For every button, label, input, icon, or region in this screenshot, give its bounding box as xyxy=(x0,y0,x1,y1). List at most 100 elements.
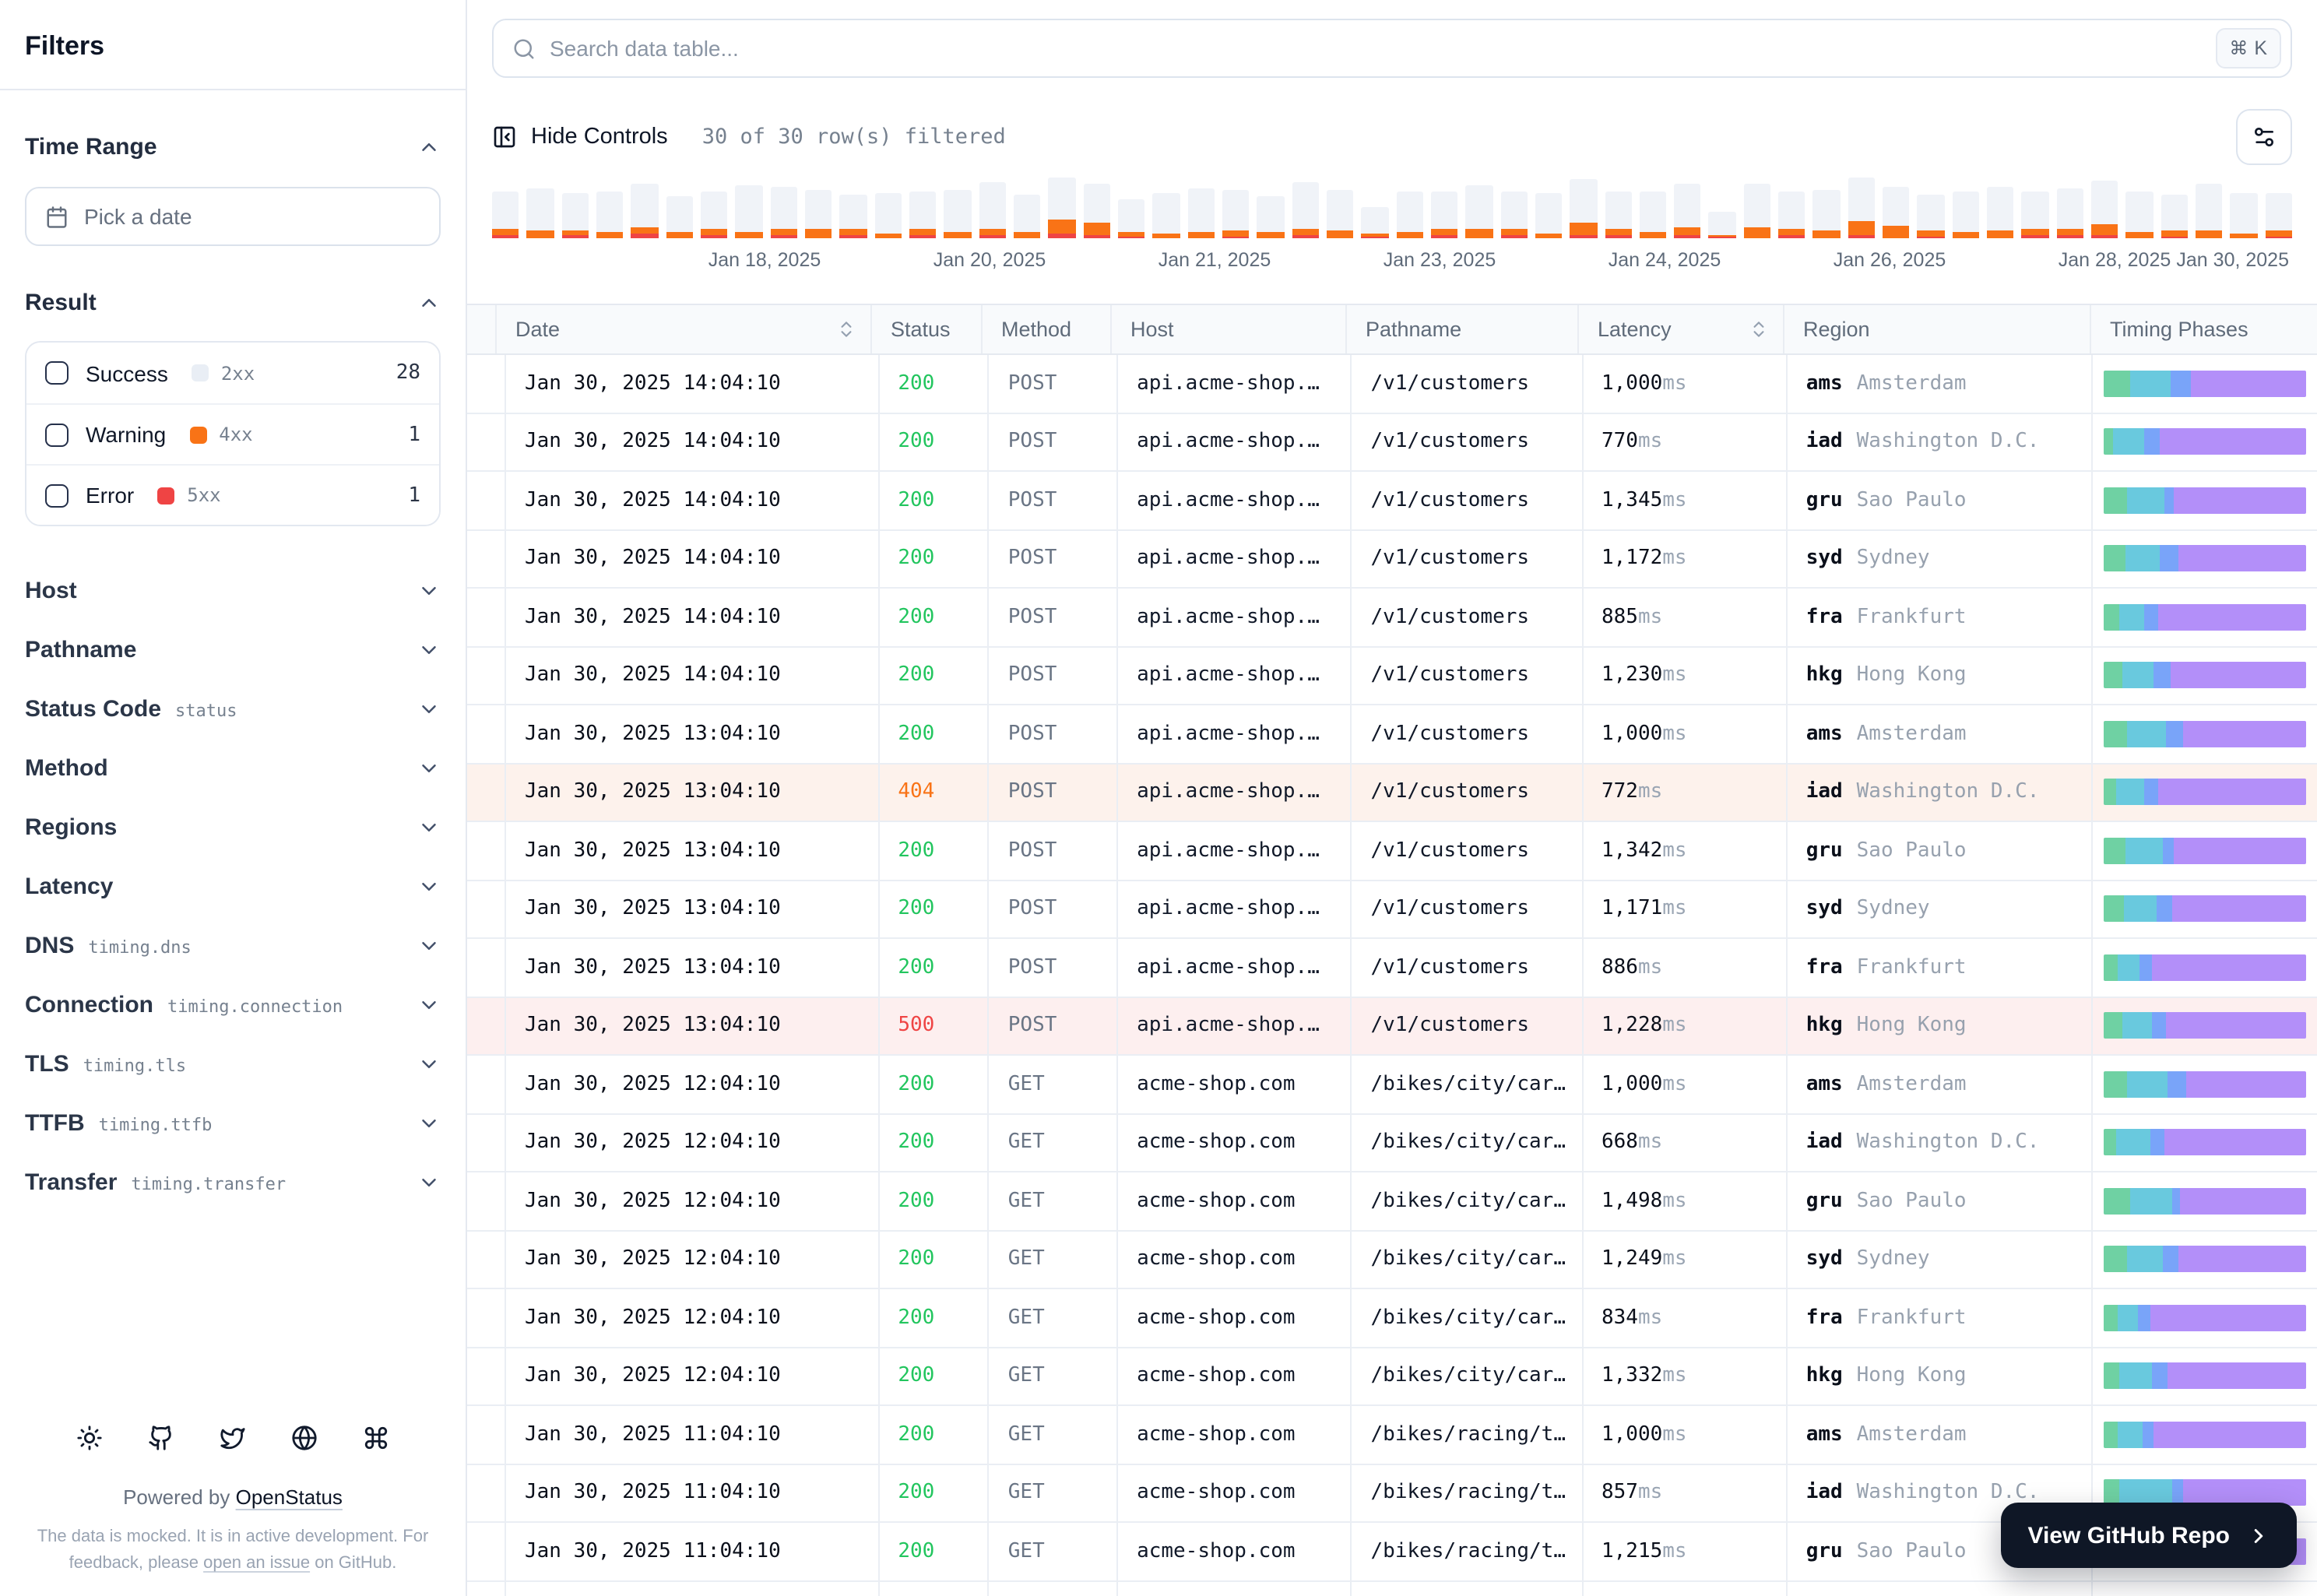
chevron-down-icon xyxy=(417,756,441,779)
histogram-bar xyxy=(1013,195,1041,238)
cell-timing-phases xyxy=(2093,1406,2317,1463)
filter-accordion-item[interactable]: Method xyxy=(0,738,466,797)
cell-timing-phases xyxy=(2093,1289,2317,1346)
checkbox[interactable] xyxy=(45,483,69,507)
cell-date: Jan 30, 2025 11:04:10 xyxy=(506,1523,880,1580)
cell-indicator xyxy=(467,705,506,762)
cell-date: Jan 30, 2025 12:04:10 xyxy=(506,1231,880,1288)
result-filter-option[interactable]: Error 5xx 1 xyxy=(26,464,439,525)
header-latency[interactable]: Latency xyxy=(1579,305,1784,353)
cell-indicator xyxy=(467,764,506,821)
table-row[interactable]: Jan 30, 2025 14:04:10 200 POST api.acme-… xyxy=(467,413,2317,472)
accordion-label: TTFB xyxy=(25,1109,85,1136)
filter-accordion-item[interactable]: TTFB timing.ttfb xyxy=(0,1093,466,1152)
globe-icon[interactable] xyxy=(291,1425,318,1451)
table-row[interactable]: Jan 30, 2025 14:04:10 200 POST api.acme-… xyxy=(467,530,2317,589)
filter-accordion-item[interactable]: Transfer timing.transfer xyxy=(0,1152,466,1211)
table-row[interactable]: Jan 30, 2025 14:04:10 200 POST api.acme-… xyxy=(467,472,2317,530)
view-options-button[interactable] xyxy=(2236,109,2292,165)
cell-host: acme-shop.com xyxy=(1118,1348,1352,1404)
section-time-range[interactable]: Time Range xyxy=(0,128,466,165)
cell-date: Jan 30, 2025 12:04:10 xyxy=(506,1289,880,1346)
accordion-field-code: timing.dns xyxy=(88,937,192,957)
filter-accordion-item[interactable]: Regions xyxy=(0,797,466,856)
table-row[interactable]: Jan 30, 2025 13:04:10 200 POST api.acme-… xyxy=(467,939,2317,997)
sun-icon[interactable] xyxy=(76,1425,103,1451)
table-row[interactable]: Jan 30, 2025 13:04:10 200 POST api.acme-… xyxy=(467,822,2317,881)
histogram-bar xyxy=(2091,181,2118,238)
table-row[interactable]: Jan 30, 2025 12:04:10 200 GET acme-shop.… xyxy=(467,1289,2317,1348)
timing-phases-bar xyxy=(2103,954,2306,981)
filter-accordion-item[interactable]: Latency xyxy=(0,856,466,916)
requests-histogram[interactable]: Jan 18, 2025 Jan 20, 2025 Jan 21, 2025 Jan … xyxy=(492,178,2293,280)
github-icon[interactable] xyxy=(148,1425,174,1451)
checkbox[interactable] xyxy=(45,423,69,446)
header-date[interactable]: Date xyxy=(497,305,872,353)
table-row[interactable]: Jan 30, 2025 14:04:10 200 POST api.acme-… xyxy=(467,589,2317,647)
filter-accordion-item[interactable]: TLS timing.tls xyxy=(0,1034,466,1093)
section-result[interactable]: Result xyxy=(0,283,466,321)
cell-status: 200 xyxy=(879,413,990,470)
open-issue-link[interactable]: open an issue xyxy=(203,1554,310,1573)
view-github-repo-button[interactable]: View GitHub Repo xyxy=(2001,1503,2297,1568)
filter-accordion-item[interactable]: Status Code status xyxy=(0,679,466,738)
table-row[interactable]: Jan 30, 2025 13:04:10 500 POST api.acme-… xyxy=(467,997,2317,1056)
cell-pathname: /bikes/city/car… xyxy=(1352,1172,1583,1229)
cell-indicator xyxy=(467,647,506,704)
date-picker-input[interactable]: Pick a date xyxy=(25,187,441,246)
checkbox[interactable] xyxy=(45,361,69,385)
cell-timing-phases xyxy=(2093,881,2317,937)
result-filter-option[interactable]: Warning 4xx 1 xyxy=(26,403,439,464)
openstatus-link[interactable]: OpenStatus xyxy=(236,1485,343,1509)
result-option-label: Warning xyxy=(86,422,167,447)
timing-phases-bar xyxy=(2103,487,2306,514)
filter-accordion-item[interactable]: DNS timing.dns xyxy=(0,916,466,975)
data-table: Date Status Method Host Pathname Latency… xyxy=(467,304,2317,1596)
histogram-bar xyxy=(700,192,728,238)
table-row[interactable]: Jan 30, 2025 11:04:10 200 GET acme-shop.… xyxy=(467,1406,2317,1464)
cell-date: Jan 30, 2025 11:04:10 xyxy=(506,1464,880,1521)
cell-host: acme-shop.com xyxy=(1118,1406,1352,1463)
cell-status: 200 xyxy=(879,1231,990,1288)
filter-accordion-item[interactable]: Connection timing.connection xyxy=(0,975,466,1034)
cell-latency: 1,230 ms xyxy=(1583,647,1788,704)
table-row[interactable]: Jan 30, 2025 12:04:10 200 GET acme-shop.… xyxy=(467,1114,2317,1172)
table-row[interactable]: Jan 30, 2025 13:04:10 404 POST api.acme-… xyxy=(467,764,2317,822)
result-filter-option[interactable]: Success 2xx 28 xyxy=(26,343,439,403)
cell-latency: 1,345 ms xyxy=(1583,472,1788,529)
cell-region: ams Amsterdam xyxy=(1788,1056,2093,1113)
filter-accordion-item[interactable]: Pathname xyxy=(0,620,466,679)
histogram-bar xyxy=(1048,178,1076,238)
cell-latency: 1,498 ms xyxy=(1583,1172,1788,1229)
table-row[interactable]: Jan 30, 2025 12:04:10 200 GET acme-shop.… xyxy=(467,1348,2317,1406)
table-row[interactable]: Jan 30, 2025 12:04:10 200 GET acme-shop.… xyxy=(467,1056,2317,1114)
header-status: Status xyxy=(872,305,983,353)
timing-phases-bar xyxy=(2103,720,2306,747)
cell-method: POST xyxy=(990,881,1119,937)
table-row[interactable]: Jan 30, 2025 12:04:10 200 GET acme-shop.… xyxy=(467,1231,2317,1289)
filter-accordion-item[interactable]: Host xyxy=(0,561,466,620)
table-row[interactable]: Jan 30, 2025 14:04:10 200 POST api.acme-… xyxy=(467,355,2317,413)
timing-phases-bar xyxy=(2103,1187,2306,1215)
table-row[interactable]: Jan 30, 2025 13:04:10 200 POST api.acme-… xyxy=(467,705,2317,764)
histogram-bar xyxy=(1605,192,1632,238)
chevron-right-icon xyxy=(2247,1524,2270,1547)
cell-host: acme-shop.com xyxy=(1118,1172,1352,1229)
table-row[interactable]: Jan 30, 2025 13:04:10 200 POST api.acme-… xyxy=(467,881,2317,939)
histogram-bar xyxy=(1778,192,1805,238)
cell-host: api.acme-shop.… xyxy=(1118,705,1352,762)
twitter-icon[interactable] xyxy=(220,1425,246,1451)
cell-indicator xyxy=(467,413,506,470)
search-input[interactable]: Search data table... ⌘ K xyxy=(492,19,2292,78)
table-row[interactable]: Jan 30, 2025 12:04:10 200 GET acme-shop.… xyxy=(467,1172,2317,1231)
cell-status: 200 xyxy=(879,1172,990,1229)
cell-date: Jan 30, 2025 14:04:10 xyxy=(506,647,880,704)
timing-phases-bar xyxy=(2103,662,2306,689)
table-body: Jan 30, 2025 14:04:10 200 POST api.acme-… xyxy=(467,355,2317,1596)
command-icon[interactable] xyxy=(363,1425,389,1451)
histogram-axis-labels: Jan 18, 2025 Jan 20, 2025 Jan 21, 2025 Jan … xyxy=(492,246,2292,280)
hide-controls-button[interactable]: Hide Controls xyxy=(492,125,668,149)
table-row[interactable]: Jan 30, 2025 11:04:10 200 GET acme-shop.… xyxy=(467,1581,2317,1596)
table-row[interactable]: Jan 30, 2025 14:04:10 200 POST api.acme-… xyxy=(467,647,2317,705)
histogram-bar xyxy=(1743,184,1771,238)
